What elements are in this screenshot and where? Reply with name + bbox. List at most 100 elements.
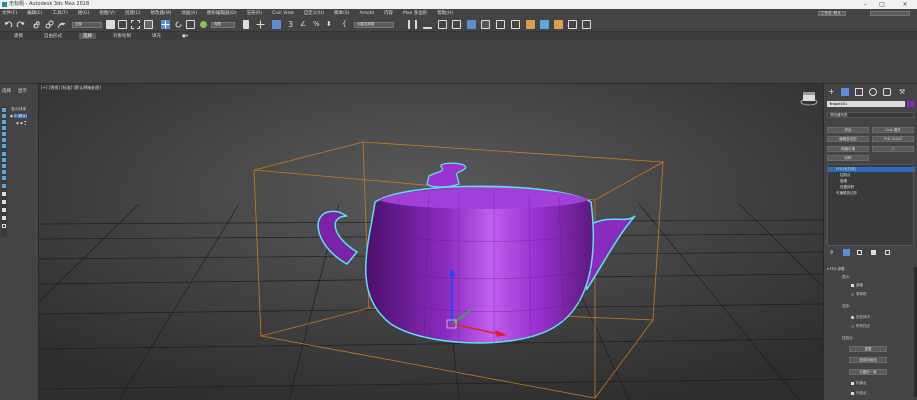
layer-explorer-icon[interactable] xyxy=(2,224,6,228)
edit-named-selection-icon[interactable]: { xyxy=(342,20,351,29)
conform-to-shape-button[interactable]: 与图形一致 xyxy=(849,369,887,375)
ribbon-options-icon[interactable]: ●▾ xyxy=(178,34,192,39)
toggle-layer-explorer-icon[interactable] xyxy=(452,20,461,29)
render-production-icon[interactable] xyxy=(554,20,563,29)
menu-tools[interactable]: 工具(T) xyxy=(52,10,67,16)
menu-scripting[interactable]: 脚本(S) xyxy=(334,10,349,16)
redo-icon[interactable] xyxy=(16,20,25,29)
menu-modifiers[interactable]: 修改器(M) xyxy=(150,10,171,16)
bind-space-warp-icon[interactable] xyxy=(57,20,66,29)
menu-create[interactable]: 创建(C) xyxy=(125,10,141,16)
menu-group[interactable]: 组(G) xyxy=(78,10,90,16)
tab-modeling[interactable]: 建模 xyxy=(10,33,27,39)
render-in-cloud-icon[interactable] xyxy=(568,20,577,29)
place-icon[interactable] xyxy=(199,20,208,29)
stack-item-set-volume[interactable]: 设置体积 xyxy=(832,185,917,190)
named-selection-dropdown[interactable]: 创建选择集 xyxy=(354,22,394,28)
percent-snap-icon[interactable]: % xyxy=(313,20,322,29)
menu-animation[interactable]: 动画(A) xyxy=(181,10,197,16)
only-in-volume-radio[interactable] xyxy=(851,316,854,319)
filter-groups-icon[interactable] xyxy=(2,144,6,148)
menu-customize[interactable]: 自定义(U) xyxy=(304,10,324,16)
curve-editor-icon[interactable] xyxy=(481,20,490,29)
eye-icon[interactable]: ◉ xyxy=(10,114,13,118)
tab-freeform[interactable]: 自由形式 xyxy=(40,33,66,39)
menu-graph-editors[interactable]: 图形编辑器(D) xyxy=(207,10,236,16)
filter-hidden-icon[interactable] xyxy=(2,176,6,180)
tab-selection[interactable]: 选择 xyxy=(79,33,96,39)
filter-geometry-icon[interactable] xyxy=(2,108,6,112)
modifier-button-uvw-unwrap[interactable]: Uvw 展开 xyxy=(872,127,914,133)
render-setup-icon[interactable] xyxy=(526,20,535,29)
outside-points-checkbox[interactable] xyxy=(851,392,854,395)
filter-lights-icon[interactable] xyxy=(2,120,6,124)
reset-button[interactable]: 重置 xyxy=(849,346,887,352)
filter-cameras-icon[interactable] xyxy=(2,126,6,130)
object-row[interactable]: ◉ ◆ ▮ xyxy=(16,121,36,126)
toggle-ribbon-icon[interactable] xyxy=(467,20,476,29)
select-object-icon[interactable] xyxy=(106,20,115,29)
select-and-manipulate-icon[interactable] xyxy=(256,20,265,29)
modify-tab-icon[interactable] xyxy=(841,88,849,96)
tab-object-paint[interactable]: 对象绘制 xyxy=(109,33,135,39)
unlink-icon[interactable] xyxy=(45,20,54,29)
align-icon[interactable] xyxy=(423,20,432,29)
filter-shapes-icon[interactable] xyxy=(2,114,6,118)
rectangular-selection-icon[interactable] xyxy=(131,20,140,29)
selection-filter-dropdown[interactable]: 全部 xyxy=(72,22,102,28)
source-volume-checkbox[interactable] xyxy=(851,293,854,296)
perspective-viewport[interactable]: [+] [透视] [标准] [默认明暗处理] xyxy=(39,84,823,400)
material-editor-icon[interactable] xyxy=(511,20,520,29)
scale-icon[interactable] xyxy=(186,20,195,29)
filter-containers-icon[interactable] xyxy=(2,164,6,168)
filter-none-icon[interactable] xyxy=(2,192,6,196)
show-end-result-icon[interactable] xyxy=(843,249,850,256)
pin-stack-icon[interactable]: ⚲ xyxy=(830,250,834,256)
modifier-stack[interactable]: FFD(长方体) 控制点 晶格 设置体积 可编辑多边形 xyxy=(827,164,917,246)
explorer-display-menu[interactable]: 显示 xyxy=(18,88,27,94)
inside-points-checkbox[interactable] xyxy=(851,382,854,385)
stack-item-lattice[interactable]: 晶格 xyxy=(832,179,917,184)
menu-rendering[interactable]: 渲染(R) xyxy=(246,10,262,16)
remove-modifier-icon[interactable] xyxy=(871,250,876,255)
object-name-field[interactable]: Teapot001 xyxy=(827,101,905,107)
menu-file[interactable]: 文件(F) xyxy=(2,10,17,16)
menu-arnold[interactable]: Arnold xyxy=(359,11,374,16)
tab-populate[interactable]: 填充 xyxy=(148,33,165,39)
create-tab-icon[interactable]: + xyxy=(828,88,835,96)
filter-all-icon[interactable] xyxy=(2,184,6,188)
menu-help[interactable]: 帮助(H) xyxy=(437,10,453,16)
modifier-button-edit-poly[interactable]: 编辑多边形 xyxy=(827,136,869,142)
viewport-label[interactable]: [+] [透视] [标准] [默认明暗处理] xyxy=(41,85,101,91)
stack-item-ffd[interactable]: FFD(长方体) xyxy=(828,167,915,172)
menu-edit[interactable]: 编辑(E) xyxy=(27,10,42,16)
snaps-toggle-icon[interactable]: 3 xyxy=(288,20,297,29)
modifier-button-extrude[interactable]: 挤出 xyxy=(827,127,869,133)
mirror-icon[interactable] xyxy=(408,20,417,29)
menu-civil-view[interactable]: Civil View xyxy=(272,11,294,16)
link-icon[interactable] xyxy=(33,20,42,29)
filter-bones-icon[interactable] xyxy=(2,158,6,162)
rotate-icon[interactable] xyxy=(174,20,183,29)
modifier-button-symmetry[interactable]: 对称 xyxy=(827,155,869,161)
filter-spacewarps-icon[interactable] xyxy=(2,138,6,142)
animate-all-button[interactable]: 全部动画化 xyxy=(849,357,887,363)
minimize-button[interactable]: – xyxy=(858,0,872,9)
funnel-icon[interactable] xyxy=(2,216,6,220)
filter-invert-icon[interactable] xyxy=(2,200,6,204)
rendered-frame-window-icon[interactable] xyxy=(540,20,549,29)
maximize-button[interactable]: □ xyxy=(875,0,889,9)
user-field[interactable] xyxy=(870,11,910,16)
filter-helpers-icon[interactable] xyxy=(2,132,6,136)
schematic-view-icon[interactable] xyxy=(496,20,505,29)
modifier-button-shell[interactable]: 壳 xyxy=(872,146,914,152)
stack-item-editable-poly[interactable]: 可编辑多边形 xyxy=(828,191,915,196)
close-button[interactable]: ✕ xyxy=(898,0,912,9)
window-crossing-icon[interactable] xyxy=(144,20,153,29)
spinner-snap-icon[interactable]: ⬍ xyxy=(326,20,335,29)
all-vertices-radio[interactable] xyxy=(851,325,854,328)
layer-root-row[interactable]: ◉ 0 (默认) xyxy=(10,114,38,119)
explorer-select-menu[interactable]: 选择 xyxy=(2,88,11,94)
configure-modifier-sets-icon[interactable] xyxy=(885,250,890,255)
filter-xrefs-icon[interactable] xyxy=(2,152,6,156)
